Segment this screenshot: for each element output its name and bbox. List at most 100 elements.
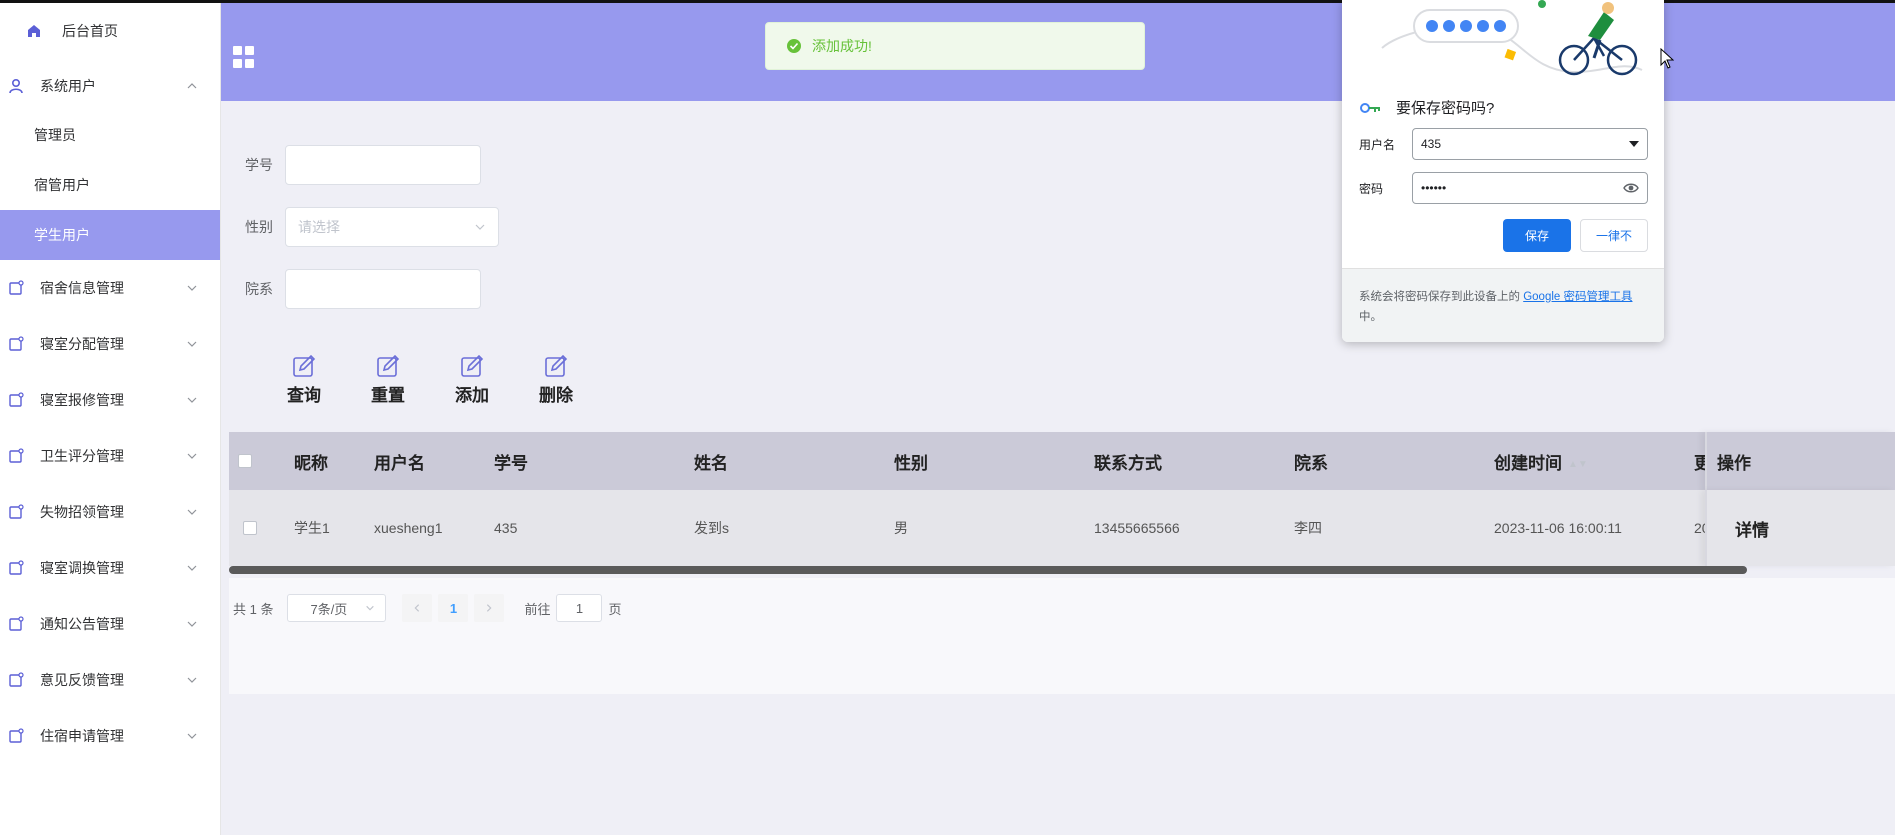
username-select[interactable]: 435 bbox=[1412, 128, 1648, 160]
chevron-down-icon bbox=[187, 733, 197, 739]
cell-dept: 李四 bbox=[1294, 520, 1322, 536]
horizontal-scrollbar[interactable] bbox=[229, 566, 1747, 574]
password-manager-link[interactable]: Google 密码管理工具 bbox=[1523, 291, 1632, 303]
page-size-value: 7条/页 bbox=[310, 601, 348, 617]
page-number[interactable]: 1 bbox=[438, 594, 469, 622]
dialog-title: 要保存密码吗? bbox=[1360, 97, 1494, 118]
chevron-down-icon bbox=[187, 453, 197, 459]
details-button[interactable]: 详情 bbox=[1705, 490, 1895, 566]
sidebar-item-admin[interactable]: 管理员 bbox=[0, 110, 220, 160]
delete-button[interactable]: 删除 bbox=[514, 354, 598, 406]
search-row-dept: 院系 bbox=[245, 269, 481, 309]
dialog-title-text: 要保存密码吗? bbox=[1396, 100, 1495, 117]
reset-button[interactable]: 重置 bbox=[346, 354, 430, 406]
select-all-checkbox[interactable] bbox=[238, 454, 252, 468]
sidebar-group-label: 寝室报修管理 bbox=[40, 392, 124, 408]
col-created[interactable]: 创建时间 ▲▼ bbox=[1494, 449, 1588, 474]
cyclist-illustration bbox=[1381, 0, 1643, 76]
goto-prefix: 前往 bbox=[524, 601, 551, 617]
check-circle-icon bbox=[787, 39, 801, 53]
gender-select[interactable]: 请选择 bbox=[285, 207, 499, 247]
sidebar-group-system-users[interactable]: 系统用户 bbox=[0, 62, 220, 110]
sidebar-item-student-users[interactable]: 学生用户 bbox=[0, 210, 220, 260]
edit-icon bbox=[461, 354, 484, 377]
sidebar-group-repair[interactable]: 寝室报修管理 bbox=[0, 372, 220, 428]
sidebar-group-label: 系统用户 bbox=[40, 78, 96, 94]
password-value: •••••• bbox=[1421, 181, 1447, 195]
next-page-button[interactable] bbox=[474, 594, 505, 622]
sidebar-group-dorm-info[interactable]: 宿舍信息管理 bbox=[0, 260, 220, 316]
pagination-area: 共 1 条 7条/页 1 前往 1 页 bbox=[229, 578, 1895, 694]
chevron-down-icon bbox=[187, 397, 197, 403]
col-nickname: 昵称 bbox=[294, 453, 328, 473]
dept-input[interactable] bbox=[285, 269, 481, 309]
sidebar-group-hygiene[interactable]: 卫生评分管理 bbox=[0, 428, 220, 484]
cell-phone: 13455665566 bbox=[1094, 520, 1180, 536]
col-name: 姓名 bbox=[694, 453, 728, 473]
sidebar-group-room-allocation[interactable]: 寝室分配管理 bbox=[0, 316, 220, 372]
col-username: 用户名 bbox=[374, 453, 425, 473]
query-label: 查询 bbox=[287, 386, 321, 405]
eye-icon[interactable] bbox=[1623, 182, 1639, 194]
module-icon bbox=[8, 672, 24, 688]
sidebar-group-label: 通知公告管理 bbox=[40, 616, 124, 632]
sidebar-group-lost-found[interactable]: 失物招领管理 bbox=[0, 484, 220, 540]
student-no-input[interactable] bbox=[285, 145, 481, 185]
col-dept: 院系 bbox=[1294, 453, 1328, 473]
chevron-down-icon bbox=[366, 605, 375, 611]
total-count: 共 1 条 bbox=[233, 601, 274, 617]
never-save-button[interactable]: 一律不 bbox=[1580, 219, 1648, 252]
footer-text: 系统会将密码保存到此设备上的 bbox=[1359, 291, 1524, 303]
chevron-down-icon bbox=[187, 677, 197, 683]
sidebar-group-room-swap[interactable]: 寝室调换管理 bbox=[0, 540, 220, 596]
chevron-down-icon bbox=[475, 224, 485, 230]
gender-label: 性别 bbox=[245, 219, 273, 235]
module-icon bbox=[8, 504, 24, 520]
sidebar-group-notices[interactable]: 通知公告管理 bbox=[0, 596, 220, 652]
chevron-down-icon bbox=[187, 621, 197, 627]
sidebar-group-label: 宿舍信息管理 bbox=[40, 280, 124, 296]
toast-message: 添加成功! bbox=[812, 38, 872, 54]
save-password-dialog: 要保存密码吗? 用户名 435 密码 •••••• 保存 一律不 系统会将密码保… bbox=[1342, 0, 1664, 342]
dept-label: 院系 bbox=[245, 281, 273, 297]
password-label: 密码 bbox=[1359, 181, 1384, 196]
sidebar-group-label: 寝室调换管理 bbox=[40, 560, 124, 576]
add-label: 添加 bbox=[455, 386, 489, 405]
username-row: 用户名 435 bbox=[1359, 128, 1648, 160]
chevron-down-icon bbox=[187, 341, 197, 347]
dialog-footer: 系统会将密码保存到此设备上的 Google 密码管理工具中。 bbox=[1342, 268, 1664, 342]
sidebar-group-label: 失物招领管理 bbox=[40, 504, 124, 520]
goto-page-input[interactable]: 1 bbox=[556, 594, 603, 622]
save-password-button[interactable]: 保存 bbox=[1503, 219, 1571, 252]
delete-label: 删除 bbox=[539, 386, 573, 405]
query-button[interactable]: 查询 bbox=[262, 354, 346, 406]
sidebar-group-label: 意见反馈管理 bbox=[40, 672, 124, 688]
chevron-down-icon bbox=[187, 509, 197, 515]
sort-icon[interactable]: ▲▼ bbox=[1568, 459, 1588, 470]
module-icon bbox=[8, 616, 24, 632]
sidebar-item-dorm-manager[interactable]: 宿管用户 bbox=[0, 160, 220, 210]
key-icon bbox=[1360, 102, 1380, 113]
sidebar-group-accommodation[interactable]: 住宿申请管理 bbox=[0, 708, 220, 764]
module-icon bbox=[8, 392, 24, 408]
grid-menu-icon[interactable] bbox=[233, 46, 255, 68]
sidebar-group-feedback[interactable]: 意见反馈管理 bbox=[0, 652, 220, 708]
add-button[interactable]: 添加 bbox=[430, 354, 514, 406]
col-student-no: 学号 bbox=[494, 453, 528, 473]
username-label: 用户名 bbox=[1359, 137, 1396, 152]
module-icon bbox=[8, 728, 24, 744]
col-gender: 性别 bbox=[894, 453, 928, 473]
col-actions: 操作 bbox=[1705, 432, 1895, 490]
sidebar-item-label: 后台首页 bbox=[62, 23, 118, 39]
sidebar-item-home[interactable]: 后台首页 bbox=[0, 0, 220, 62]
page-size-select[interactable]: 7条/页 bbox=[287, 594, 387, 622]
table-header: 昵称 用户名 学号 姓名 性别 联系方式 院系 创建时间 ▲▼ 更 操作 bbox=[229, 432, 1895, 490]
chevron-up-icon bbox=[187, 83, 197, 89]
prev-page-button[interactable] bbox=[402, 594, 433, 622]
cell-student-no: 435 bbox=[494, 520, 518, 536]
password-field[interactable]: •••••• bbox=[1412, 172, 1648, 204]
sidebar-group-label: 住宿申请管理 bbox=[40, 728, 124, 744]
cell-username: xuesheng1 bbox=[374, 520, 443, 536]
row-checkbox[interactable] bbox=[243, 521, 257, 535]
module-icon bbox=[8, 280, 24, 296]
